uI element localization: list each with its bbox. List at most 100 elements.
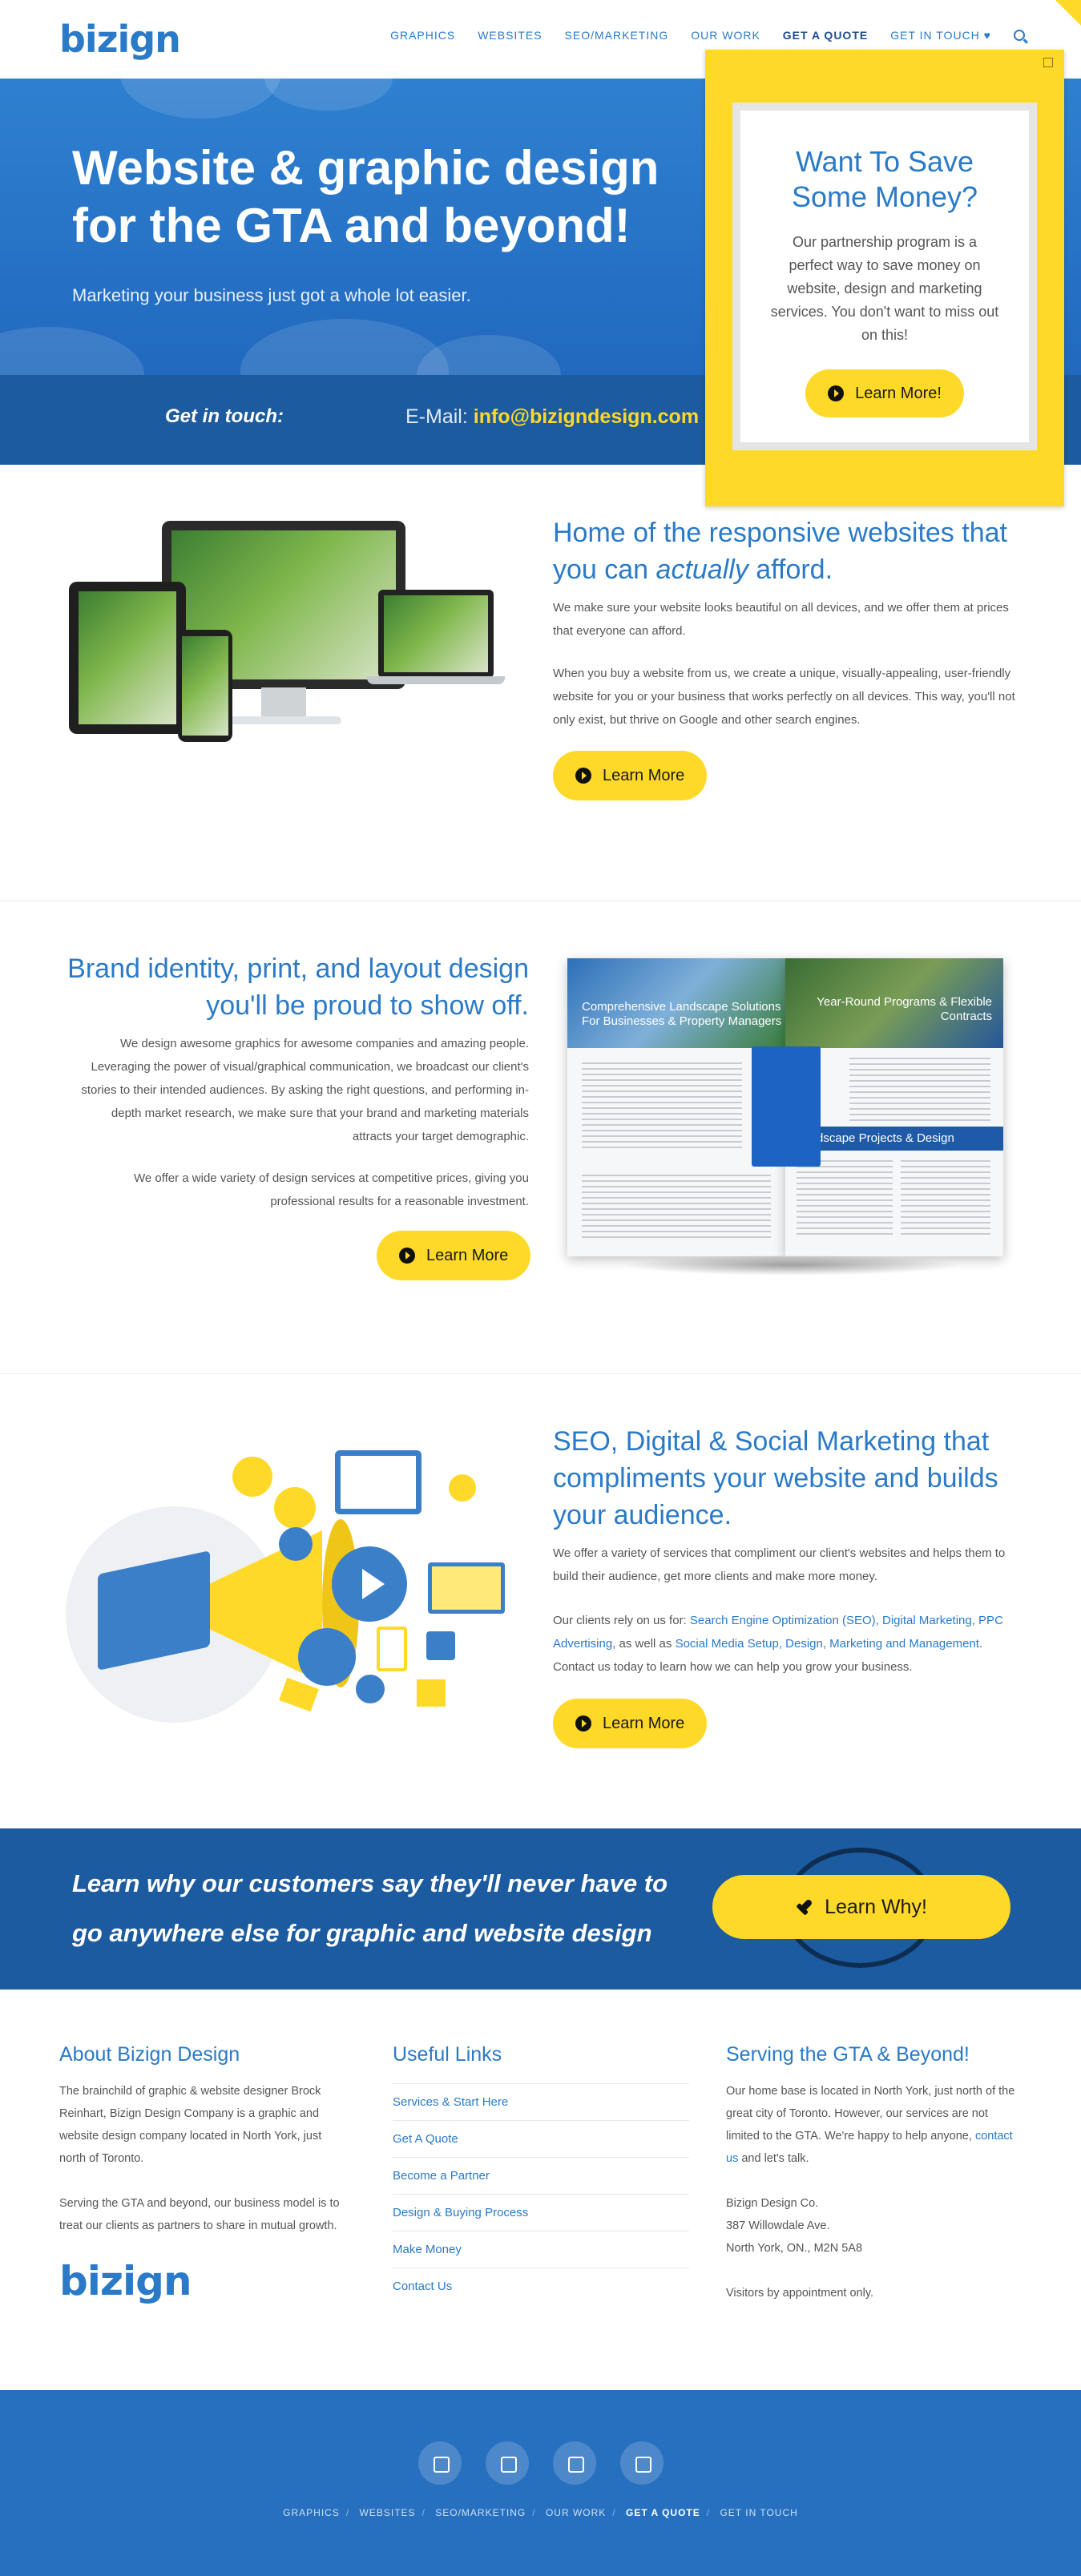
tablet-mockup bbox=[69, 582, 186, 734]
twitter-icon[interactable] bbox=[486, 2441, 529, 2485]
separator: / bbox=[612, 2507, 616, 2518]
download-icon bbox=[356, 1675, 385, 1703]
footer-link-make-money[interactable]: Make Money bbox=[393, 2231, 689, 2268]
search-icon[interactable] bbox=[1014, 30, 1025, 41]
popup-title: Want To Save Some Money? bbox=[791, 145, 978, 213]
hero-subtitle: Marketing your business just got a whole… bbox=[72, 285, 471, 305]
footer-link-partner[interactable]: Become a Partner bbox=[393, 2157, 689, 2194]
footer-serving-title: Serving the GTA & Beyond! bbox=[726, 2043, 970, 2066]
linkedin-icon[interactable] bbox=[620, 2441, 664, 2485]
bottom-nav-websites[interactable]: WEBSITES bbox=[360, 2507, 416, 2518]
button-label: Learn More bbox=[603, 766, 685, 784]
facebook-icon bbox=[426, 1631, 455, 1660]
footer-link-process[interactable]: Design & Buying Process bbox=[393, 2194, 689, 2231]
popup-button-label: Learn More! bbox=[855, 384, 942, 402]
bottom-nav: GRAPHICS / WEBSITES / SEO/MARKETING / OUR W… bbox=[0, 2507, 1081, 2518]
footer-serving-text: Our home base is located in North York, … bbox=[726, 2080, 1023, 2170]
title-part: afford. bbox=[748, 554, 833, 585]
section-websites-title: Home of the responsive websites that you… bbox=[553, 514, 1026, 588]
footer-links-list: Services & Start Here Get A Quote Become… bbox=[393, 2083, 689, 2304]
button-label: Learn Why! bbox=[825, 1895, 927, 1918]
bottom-nav-quote[interactable]: GET A QUOTE bbox=[626, 2507, 700, 2518]
social-media-link[interactable]: Social Media Setup, Design, Marketing an… bbox=[676, 1637, 979, 1651]
footer-address: Bizign Design Co. 387 Willowdale Ave. Nort… bbox=[726, 2192, 1023, 2260]
brochure-right-heading: Year-Round Programs & Flexible Contracts bbox=[817, 995, 992, 1023]
facebook-icon[interactable] bbox=[418, 2441, 462, 2485]
button-label: Learn More bbox=[603, 1714, 685, 1732]
divider bbox=[0, 1373, 1081, 1374]
phone-icon bbox=[377, 1627, 407, 1671]
separator: / bbox=[706, 2507, 711, 2518]
bottom-nav-touch[interactable]: GET IN TOUCH bbox=[720, 2507, 797, 2518]
bottom-nav-graphics[interactable]: GRAPHICS bbox=[283, 2507, 340, 2518]
footer-link-services[interactable]: Services & Start Here bbox=[393, 2083, 689, 2120]
separator: / bbox=[345, 2507, 350, 2518]
address-line: Bizign Design Co. bbox=[726, 2197, 819, 2210]
button-label: Learn More bbox=[426, 1246, 509, 1264]
marketing-learn-more-button[interactable]: Learn More bbox=[553, 1699, 708, 1748]
cloud-shape bbox=[417, 335, 561, 375]
chat-icon bbox=[232, 1457, 272, 1497]
nav-websites[interactable]: WEBSITES bbox=[478, 29, 542, 42]
address-line: 387 Willowdale Ave. bbox=[726, 2219, 830, 2232]
nav-graphics[interactable]: GRAPHICS bbox=[390, 29, 455, 42]
email-link[interactable]: info@bizigndesign.com bbox=[474, 405, 699, 428]
corner-tab[interactable] bbox=[1055, 0, 1081, 26]
arrow-circle-icon bbox=[399, 1248, 415, 1264]
websites-learn-more-button[interactable]: Learn More bbox=[553, 751, 708, 800]
nav-our-work[interactable]: OUR WORK bbox=[691, 29, 760, 42]
section-branding-title: Brand identity, print, and layout design… bbox=[67, 953, 529, 1021]
brochure-blue-box bbox=[752, 1046, 821, 1167]
main-nav: GRAPHICS WEBSITES SEO/MARKETING OUR WORK… bbox=[390, 29, 1025, 42]
logo[interactable]: bizign bbox=[59, 19, 181, 59]
bottom-nav-work[interactable]: OUR WORK bbox=[546, 2507, 606, 2518]
nav-get-in-touch[interactable]: GET IN TOUCH ♥ bbox=[890, 29, 991, 42]
address-line: North York, ON., M2N 5A8 bbox=[726, 2242, 863, 2255]
footer-logo[interactable]: bizign bbox=[59, 2258, 192, 2304]
section-branding-p2: We offer a wide variety of design servic… bbox=[133, 1171, 529, 1208]
play-icon bbox=[332, 1546, 407, 1622]
section-websites-p1: We make sure your website looks beautifu… bbox=[553, 601, 1009, 638]
laptop-mockup bbox=[378, 590, 494, 678]
cloud-shape bbox=[264, 79, 393, 111]
text-part: , as well as bbox=[612, 1637, 676, 1651]
close-icon[interactable] bbox=[1043, 58, 1053, 67]
title-emphasis: actually bbox=[655, 554, 748, 585]
megaphone-illustration bbox=[58, 1442, 506, 1731]
instagram-icon[interactable] bbox=[553, 2441, 596, 2485]
chart-icon bbox=[417, 1679, 446, 1707]
email-label: E-Mail: bbox=[405, 405, 468, 428]
arrow-circle-icon bbox=[828, 385, 845, 401]
footer-link-contact[interactable]: Contact Us bbox=[393, 2268, 689, 2304]
popup-learn-more-button[interactable]: Learn More! bbox=[805, 369, 964, 417]
popup-card: Want To Save Some Money? Our partnership… bbox=[732, 103, 1037, 450]
section-websites-p2: When you buy a website from us, we creat… bbox=[553, 667, 1015, 727]
monitor-icon bbox=[335, 1450, 422, 1514]
separator: / bbox=[422, 2507, 426, 2518]
hero-title: Website & graphic design for the GTA and… bbox=[72, 141, 659, 252]
branding-learn-more-button[interactable]: Learn More bbox=[377, 1231, 531, 1280]
nav-get-a-quote[interactable]: GET A QUOTE bbox=[783, 29, 868, 42]
email-line: E-Mail: info@bizigndesign.com bbox=[405, 405, 699, 429]
eye-icon bbox=[274, 1487, 316, 1529]
bottom-bar: GRAPHICS / WEBSITES / SEO/MARKETING / OUR W… bbox=[0, 2390, 1081, 2576]
location-pin-icon bbox=[449, 1474, 476, 1502]
footer-about-p1: The brainchild of graphic & website desi… bbox=[59, 2085, 322, 2165]
footer-about-title: About Bizign Design bbox=[59, 2043, 240, 2066]
footer-link-quote[interactable]: Get A Quote bbox=[393, 2120, 689, 2157]
contact-label: Get in touch: bbox=[165, 405, 284, 427]
cloud-shape bbox=[120, 79, 280, 119]
promo-popup: Want To Save Some Money? Our partnership… bbox=[705, 50, 1064, 506]
footer-visitors: Visitors by appointment only. bbox=[726, 2287, 874, 2300]
text-part: Our home base is located in North York, … bbox=[726, 2085, 1015, 2143]
learn-why-button[interactable]: Learn Why! bbox=[712, 1875, 1010, 1939]
social-links bbox=[418, 2441, 664, 2485]
twitter-icon bbox=[279, 1527, 313, 1561]
bottom-nav-seo[interactable]: SEO/MARKETING bbox=[435, 2507, 526, 2518]
responsive-devices-image bbox=[69, 510, 505, 750]
arrow-circle-icon bbox=[575, 1715, 591, 1731]
text-part: Our clients rely on us for: bbox=[553, 1614, 690, 1627]
nav-seo-marketing[interactable]: SEO/MARKETING bbox=[565, 29, 669, 42]
laptop-icon bbox=[428, 1562, 505, 1614]
rocket-icon bbox=[793, 1894, 817, 1919]
